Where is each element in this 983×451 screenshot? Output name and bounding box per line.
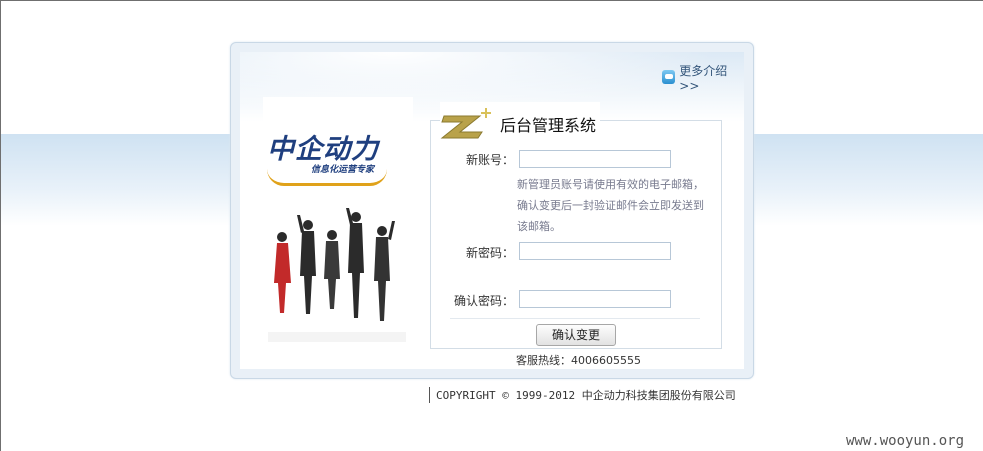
copyright-text: COPYRIGHT © 1999-2012 中企动力科技集团股份有限公司: [429, 387, 736, 403]
account-hint: 新管理员账号请使用有效的电子邮箱，确认变更后一封验证邮件会立即发送到该邮箱。: [517, 178, 704, 233]
password-label: 新密码：: [465, 246, 514, 260]
chat-icon: [662, 70, 676, 84]
jumping-people-image: [268, 208, 406, 342]
watermark: www.wooyun.org: [846, 433, 965, 449]
brand-photo: 中企动力 信息化运营专家: [263, 97, 413, 367]
new-password-input[interactable]: [519, 242, 671, 260]
more-intro-link[interactable]: 更多介绍>>: [662, 64, 744, 93]
z-logo-icon: [440, 108, 491, 139]
confirm-change-button[interactable]: 确认变更: [536, 324, 616, 346]
confirm-password-input[interactable]: [519, 290, 671, 308]
brand-slogan: 信息化运营专家: [311, 165, 375, 175]
form-title: 后台管理系统: [500, 116, 597, 135]
confirm-password-label: 确认密码：: [453, 294, 514, 308]
customer-hotline: 客服热线：4006605555: [516, 354, 641, 367]
form-divider: [450, 318, 700, 319]
account-label: 新账号：: [465, 153, 514, 167]
new-account-input[interactable]: [519, 150, 671, 168]
panel-inner: 更多介绍>> 中企动力 信息化运营专家 后台管理系统 新账号： 新管理员账号请使…: [240, 52, 744, 369]
brand-logo: 中企动力: [267, 134, 379, 165]
form-title-group: 后台管理系统: [440, 102, 601, 140]
more-intro-label: 更多介绍>>: [679, 63, 728, 93]
login-panel: 更多介绍>> 中企动力 信息化运营专家 后台管理系统 新账号： 新管理员账号请使…: [230, 42, 754, 379]
